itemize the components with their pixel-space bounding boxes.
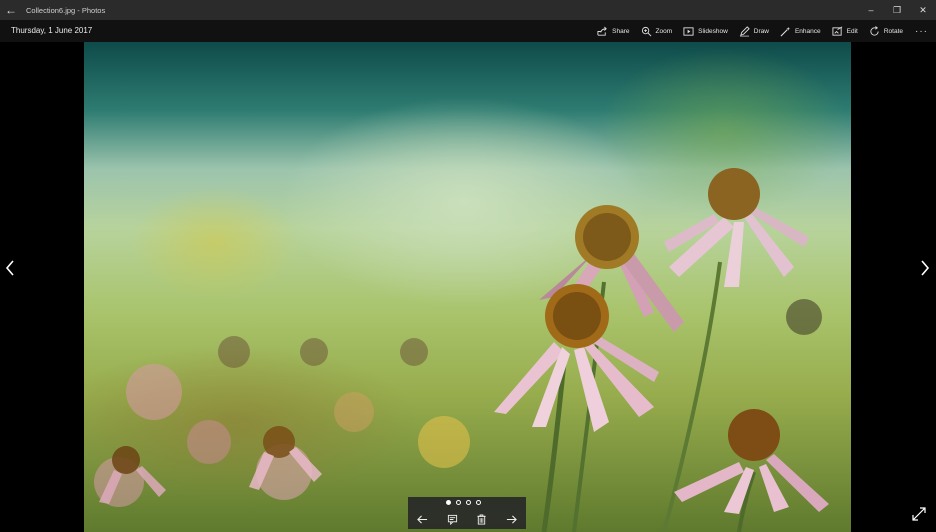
- photo-image[interactable]: [84, 42, 851, 532]
- minimize-button[interactable]: –: [858, 0, 884, 20]
- page-dot[interactable]: [466, 500, 471, 505]
- delete-button[interactable]: [473, 510, 491, 528]
- draw-label: Draw: [753, 27, 769, 35]
- arrow-left-icon: [417, 514, 428, 524]
- arrow-right-icon: [506, 514, 517, 524]
- edit-button[interactable]: Edit: [832, 26, 858, 37]
- next-button[interactable]: [502, 510, 520, 528]
- action-toolbar: Share Zoom Slideshow Draw Enhance Edit R…: [586, 20, 928, 42]
- enhance-icon: [780, 26, 791, 36]
- zoom-button[interactable]: Zoom: [641, 26, 673, 37]
- window-controls: – ❐ ✕: [858, 0, 936, 20]
- fullscreen-button[interactable]: [912, 507, 926, 521]
- info-button[interactable]: [443, 510, 461, 528]
- slideshow-button[interactable]: Slideshow: [683, 26, 728, 37]
- command-bar: Thursday, 1 June 2017 Share Zoom Slidesh…: [0, 20, 936, 42]
- page-indicator: [446, 500, 486, 505]
- window-title: Collection6.jpg - Photos: [26, 5, 106, 15]
- enhance-label: Enhance: [794, 27, 821, 35]
- photo-date: Thursday, 1 June 2017: [11, 26, 93, 35]
- share-label: Share: [612, 27, 630, 35]
- expand-icon: [912, 507, 926, 521]
- restore-button[interactable]: ❐: [884, 0, 910, 20]
- trash-icon: [477, 513, 486, 525]
- zoom-label: Zoom: [655, 27, 673, 35]
- previous-button[interactable]: [414, 510, 432, 528]
- rotate-button[interactable]: Rotate: [869, 25, 903, 37]
- filmstrip-controls: [408, 497, 526, 529]
- draw-icon: [739, 25, 750, 36]
- chevron-right-icon: [921, 260, 930, 276]
- caption-icon: [447, 514, 457, 525]
- page-dot[interactable]: [456, 500, 461, 505]
- page-dot[interactable]: [446, 500, 451, 505]
- rotate-label: Rotate: [883, 27, 903, 35]
- next-photo-button[interactable]: [915, 256, 935, 280]
- close-button[interactable]: ✕: [910, 0, 936, 20]
- share-button[interactable]: Share: [597, 26, 630, 37]
- filmstrip-buttons: [408, 509, 526, 529]
- photo-stage: [0, 42, 936, 532]
- more-options-button[interactable]: ···: [915, 26, 928, 37]
- share-icon: [597, 26, 607, 36]
- enhance-button[interactable]: Enhance: [780, 26, 821, 37]
- zoom-icon: [641, 26, 651, 36]
- slideshow-label: Slideshow: [698, 27, 728, 35]
- draw-button[interactable]: Draw: [739, 25, 769, 37]
- title-bar: ← Collection6.jpg - Photos – ❐ ✕: [0, 0, 936, 20]
- edit-icon: [832, 26, 842, 36]
- chevron-left-icon: [5, 260, 14, 276]
- back-arrow-icon[interactable]: ←: [0, 0, 22, 20]
- page-dot[interactable]: [476, 500, 481, 505]
- rotate-icon: [870, 25, 879, 36]
- flower-scene: [94, 168, 829, 532]
- previous-photo-button[interactable]: [0, 256, 20, 280]
- edit-label: Edit: [846, 27, 858, 35]
- slideshow-icon: [683, 26, 694, 36]
